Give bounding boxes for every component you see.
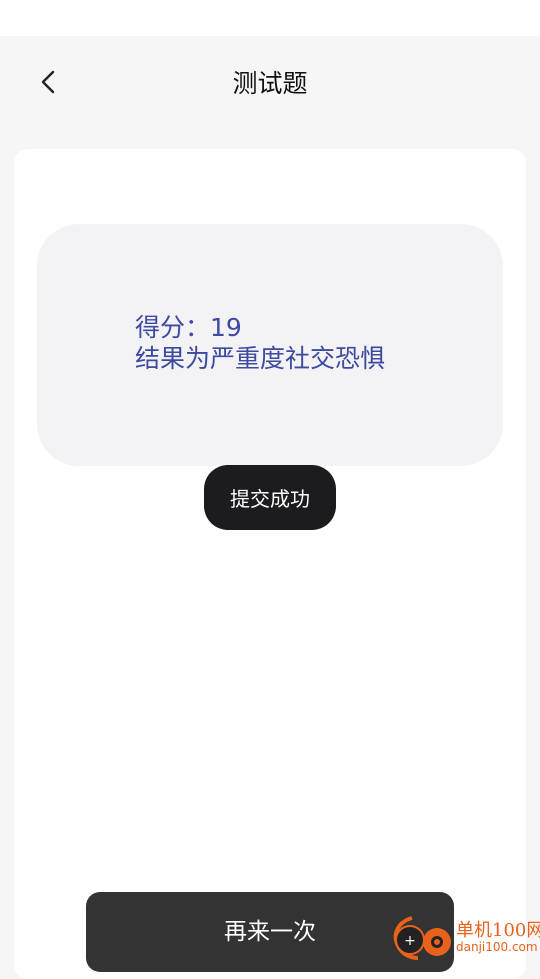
watermark-url: danji100.com [456,940,538,954]
result-panel: 得分：19 结果为严重度社交恐惧 [37,224,503,466]
status-bar [0,0,540,36]
svg-text:+: + [404,933,416,949]
navigation-bar: 测试题 [0,36,540,128]
result-text: 得分：19 结果为严重度社交恐惧 [135,312,385,374]
watermark-logo-icon: + [393,916,451,960]
page-title: 测试题 [232,69,308,98]
toast-message: 提交成功 [204,465,336,530]
result-description: 结果为严重度社交恐惧 [135,344,386,373]
retry-button-label: 再来一次 [224,919,316,945]
score-text: 得分：19 [135,313,242,342]
watermark-name: 单机100网 [456,920,540,941]
watermark: + 单机100网 danji100.com [390,912,540,960]
